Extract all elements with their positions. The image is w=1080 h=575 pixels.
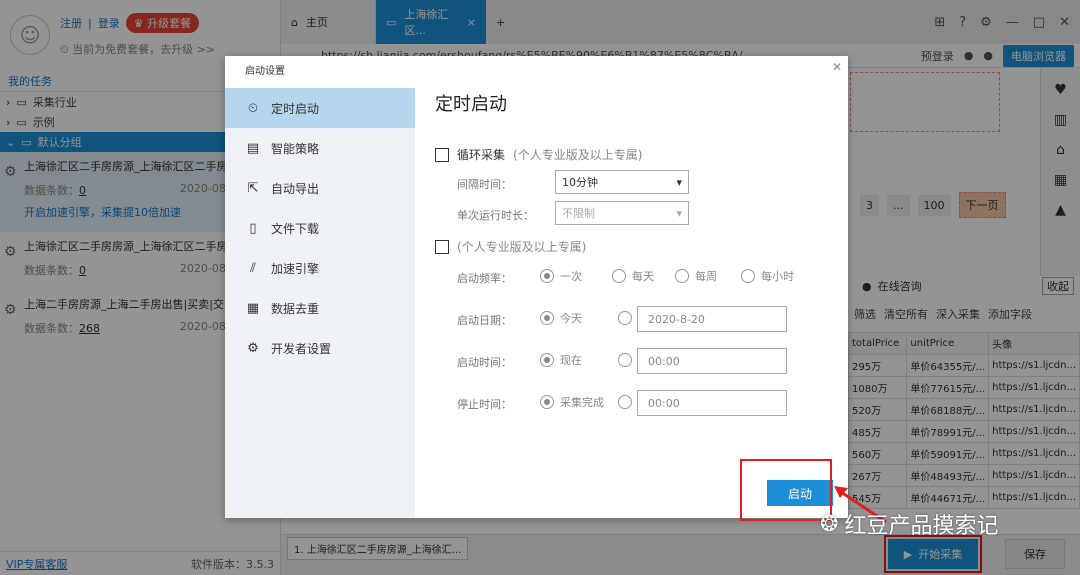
nav-label: 数据去重 [271,301,320,316]
dialog-header: 启动设置 [245,66,285,77]
start-time-input[interactable]: 00:00 [637,348,787,374]
runtime-value: 不限制 [562,207,595,220]
option-label: 每周 [695,270,717,283]
nav-item-dedupe[interactable]: ▦ 数据去重 [225,288,415,328]
runtime-label: 单次运行时长： [457,209,534,222]
freq-option-hourly[interactable]: 每小时 [741,268,794,284]
interval-label: 间隔时间： [457,178,512,191]
nav-item-export[interactable]: ⇱ 自动导出 [225,168,415,208]
radio-icon [540,269,554,283]
nav-label: 文件下载 [271,221,320,236]
startup-settings-dialog: 启动设置 ✕ ⏲ 定时启动 ▤ 智能策略 ⇱ 自动导出 ▯ 文件下载 ⫽ 加速引擎 ▦ 数据… [225,56,848,518]
stop-time-input[interactable]: 00:00 [637,390,787,416]
nav-item-accelerate[interactable]: ⫽ 加速引擎 [225,248,415,288]
nav-label: 开发者设置 [271,341,332,356]
date-custom-radio[interactable] [618,311,632,325]
radio-icon [612,269,626,283]
dedupe-icon: ▦ [246,300,260,316]
pro-hint: (个人专业版及以上专属) [513,148,643,162]
pro-hint: (个人专业版及以上专属) [457,240,587,254]
stop-label: 停止时间： [457,398,512,411]
radio-icon [540,311,554,325]
caret-down-icon: ▾ [676,206,682,220]
nav-item-developer[interactable]: ⚙ 开发者设置 [225,328,415,368]
freq-option-once[interactable]: 一次 [540,268,582,284]
watermark-text: 红豆产品摸索记 [844,514,999,539]
speed-icon: ⫽ [250,260,256,276]
caret-down-icon: ▾ [676,175,682,189]
file-icon: ▯ [249,220,257,236]
section-title: 定时启动 [435,94,507,115]
stop-custom-radio[interactable] [618,395,632,409]
export-icon: ⇱ [247,180,259,196]
settings-nav: ⏲ 定时启动 ▤ 智能策略 ⇱ 自动导出 ▯ 文件下载 ⫽ 加速引擎 ▦ 数据去重 ⚙ 开发者… [225,88,415,518]
start-date-input[interactable]: 2020-8-20 [637,306,787,332]
time-label: 启动时间： [457,356,512,369]
gear-icon: ⚙ [247,340,259,356]
radio-icon [741,269,755,283]
frequency-label: 启动频率： [457,272,512,285]
option-label: 每小时 [761,270,794,283]
nav-label: 加速引擎 [271,261,320,276]
freq-option-weekly[interactable]: 每周 [675,268,717,284]
loop-collect-label: 循环采集 [457,148,506,162]
nav-label: 智能策略 [271,141,320,156]
option-label: 今天 [560,312,582,325]
stop-option-done[interactable]: 采集完成 [540,394,604,410]
radio-icon [540,353,554,367]
close-icon[interactable]: ✕ [832,60,842,74]
radio-icon [675,269,689,283]
highlight-frame [740,459,832,521]
nav-label: 自动导出 [271,181,320,196]
date-option-today[interactable]: 今天 [540,310,582,326]
radio-icon [540,395,554,409]
app-window: ☺ 注册 | 登录 ♛ 升级套餐 ⏲ 当前为免费套餐，去升级 >> 我的任务 +… [0,0,1080,575]
runtime-select[interactable]: 不限制 ▾ [555,201,689,225]
freq-option-daily[interactable]: 每天 [612,268,654,284]
loop-collect-row: 循环采集 (个人专业版及以上专属) [435,146,642,163]
interval-select[interactable]: 10分钟 ▾ [555,170,689,194]
option-label: 采集完成 [560,396,604,409]
time-custom-radio[interactable] [618,353,632,367]
time-option-now[interactable]: 现在 [540,352,582,368]
nav-label: 定时启动 [271,101,320,116]
schedule-row: (个人专业版及以上专属) [435,238,586,255]
strategy-icon: ▤ [246,140,260,156]
interval-value: 10分钟 [562,176,598,189]
schedule-checkbox[interactable] [435,239,449,254]
date-label: 启动日期： [457,314,512,327]
nav-item-strategy[interactable]: ▤ 智能策略 [225,128,415,168]
option-label: 一次 [560,270,582,283]
wechat-icon: ❂ [820,511,839,537]
nav-item-schedule[interactable]: ⏲ 定时启动 [225,88,415,128]
watermark: ❂ 红豆产品摸索记 [820,508,998,540]
clock-icon: ⏲ [247,100,259,116]
option-label: 每天 [632,270,654,283]
nav-item-download[interactable]: ▯ 文件下载 [225,208,415,248]
settings-body: 定时启动 循环采集 (个人专业版及以上专属) 间隔时间： 10分钟 ▾ 单次运行时… [415,88,848,518]
option-label: 现在 [560,354,582,367]
loop-collect-checkbox[interactable] [435,147,449,162]
